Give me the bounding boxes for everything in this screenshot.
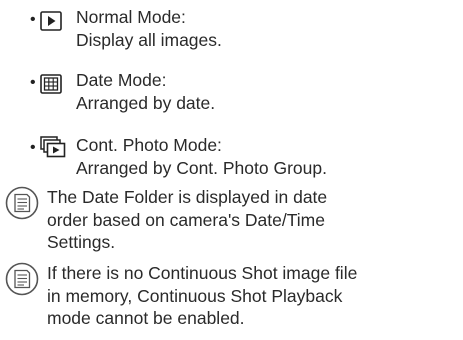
bullet: • (30, 11, 36, 28)
mode-title: Date Mode: (76, 70, 167, 90)
play-icon (40, 11, 62, 31)
mode-item-normal: • Normal Mode: Display all images. (0, 6, 463, 66)
memo-note-icon (5, 262, 39, 296)
mode-title: Normal Mode: (76, 7, 186, 27)
note-line: in memory, Continuous Shot Playback (47, 285, 343, 306)
mode-description: Arranged by Cont. Photo Group. (76, 158, 327, 178)
mode-item-cont-photo: • Cont. Photo Mode: Arranged by Cont. Ph… (0, 134, 463, 194)
note-line: Settings. (47, 232, 116, 252)
continuous-photo-icon (40, 136, 66, 158)
mode-item-date: • Date Mode: Arranged by date. (0, 69, 463, 129)
note-text: If there is no Continuous Shot image fil… (47, 262, 459, 330)
bullet: • (30, 74, 36, 91)
note-line: mode cannot be enabled. (47, 308, 245, 328)
bullet: • (30, 139, 36, 156)
mode-description: Arranged by date. (76, 93, 216, 113)
memo-note-icon (5, 186, 39, 220)
note-text: The Date Folder is displayed in date ord… (47, 186, 459, 254)
note-line: order based on camera's Date/Time (47, 209, 325, 230)
manual-page: • Normal Mode: Display all images. • Dat… (0, 0, 463, 340)
note-line: The Date Folder is displayed in date (47, 187, 328, 207)
mode-title: Cont. Photo Mode: (76, 135, 222, 155)
note-line: If there is no Continuous Shot image fil… (47, 263, 358, 283)
mode-description: Display all images. (76, 30, 222, 50)
calendar-grid-icon (40, 74, 62, 94)
